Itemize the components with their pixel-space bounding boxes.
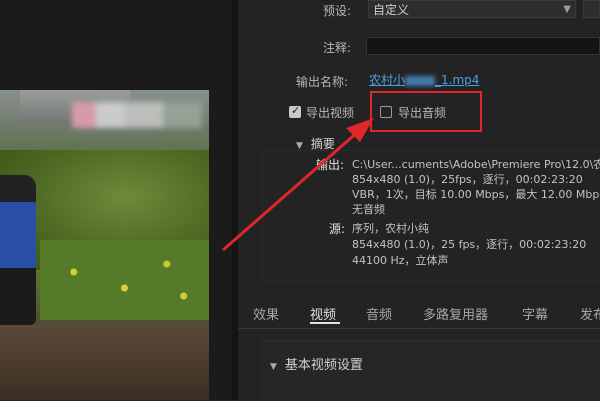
basic-video-settings-header[interactable]: ▼ 基本视频设置: [270, 354, 363, 373]
preset-label: 预设:: [323, 4, 352, 18]
blurred-watermark: [72, 102, 202, 128]
summary-title: 摘要: [310, 137, 335, 151]
tab-publish[interactable]: 发布: [580, 304, 600, 323]
video-preview-frame: [0, 90, 209, 400]
preset-options-button[interactable]: [583, 0, 600, 18]
program-monitor: [0, 0, 232, 400]
disclosure-triangle-icon: ▼: [270, 362, 277, 372]
summary-output-line: VBR，1次，目标 10.00 Mbps，最大 12.00 Mbps: [352, 188, 600, 201]
preset-value: 自定义: [373, 3, 410, 17]
preset-dropdown[interactable]: 自定义 ▼: [368, 0, 576, 18]
summary-source-line: 854x480 (1.0)，25 fps，逐行，00:02:23:20: [352, 238, 587, 251]
tab-effects[interactable]: 效果: [253, 304, 279, 323]
output-name-label: 输出名称:: [296, 75, 349, 89]
export-video-label: 导出视频: [306, 106, 355, 120]
summary-output-key: 输出:: [316, 158, 345, 172]
summary-source-line: 序列，农村小纯: [352, 222, 429, 235]
blurred-text: [405, 75, 436, 86]
summary-output-line: 854x480 (1.0)，25fps，逐行，00:02:23:20: [352, 173, 583, 186]
section-title: 基本视频设置: [284, 358, 363, 373]
export-video-checkbox[interactable]: [289, 104, 301, 118]
mud-ground: [0, 325, 209, 400]
disclosure-triangle-icon: ▼: [296, 141, 303, 151]
tab-audio[interactable]: 音频: [366, 304, 392, 323]
summary-header[interactable]: ▼ 摘要: [296, 135, 335, 152]
output-name-suffix: _1.mp4: [435, 73, 480, 87]
annotation-highlight-box: [370, 91, 482, 132]
person-figure: [0, 175, 36, 325]
comment-input[interactable]: [366, 37, 600, 55]
comment-label: 注释:: [323, 41, 352, 55]
tab-captions[interactable]: 字幕: [522, 304, 548, 323]
chevron-down-icon: ▼: [563, 4, 571, 15]
tab-video[interactable]: 视频: [310, 304, 336, 323]
tab-multiplexer[interactable]: 多路复用器: [423, 304, 488, 323]
summary-output-line: C:\User...cuments\Adobe\Premiere Pro\12.…: [352, 158, 600, 171]
output-name-link[interactable]: 农村小 _1.mp4: [369, 71, 479, 88]
summary-output-line: 无音频: [352, 203, 385, 216]
output-name-prefix: 农村小: [369, 73, 406, 87]
active-tab-indicator: [310, 322, 340, 324]
summary-source-line: 44100 Hz，立体声: [352, 254, 449, 267]
summary-source-key: 源:: [329, 222, 346, 236]
flower-patch: [40, 240, 209, 320]
